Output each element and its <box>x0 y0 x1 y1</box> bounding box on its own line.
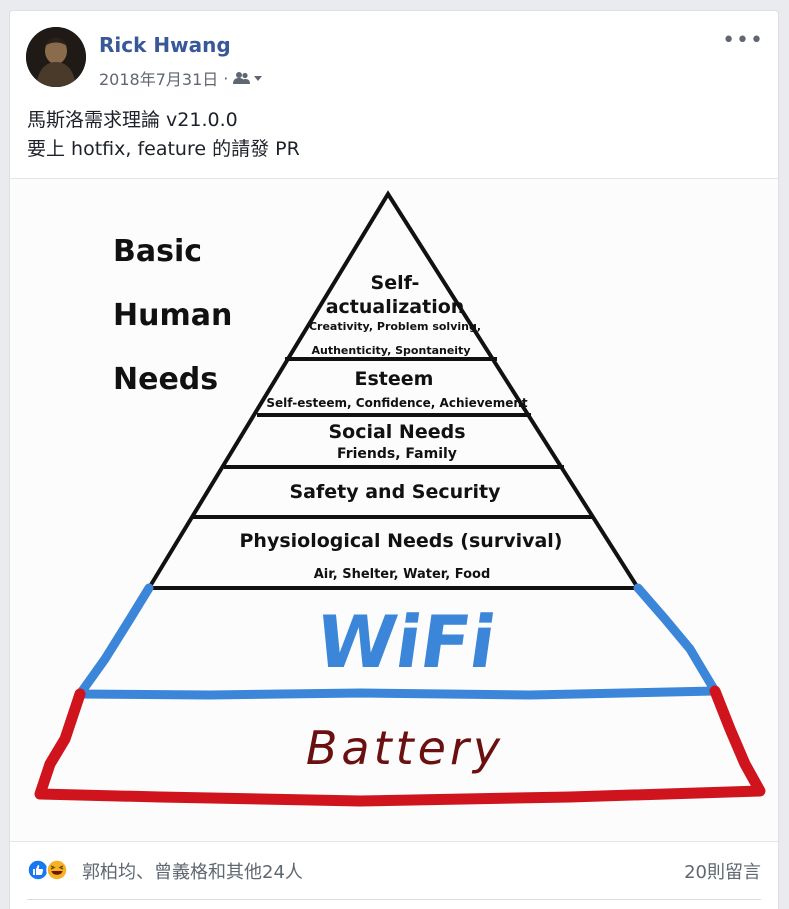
level-title: Physiological Needs (survival) <box>240 530 563 552</box>
author-name[interactable]: Rick Hwang <box>99 33 231 57</box>
comments-count[interactable]: 20則留言 <box>684 858 761 884</box>
level-subtitle: Air, Shelter, Water, Food <box>314 567 491 582</box>
more-options-icon[interactable]: ••• <box>722 30 764 52</box>
footer-divider <box>27 899 761 900</box>
battery-label: Battery <box>306 721 504 775</box>
meta-separator: · <box>223 68 229 88</box>
level-subtitle: Authenticity, Spontaneity <box>312 344 471 357</box>
level-title: Esteem <box>355 368 434 390</box>
level-subtitle: Friends, Family <box>337 446 457 462</box>
pyramid <box>145 190 642 590</box>
post-image[interactable]: Basic Human Needs Self- actualization Cr… <box>10 178 778 842</box>
post-text: 馬斯洛需求理論 v21.0.0 要上 hotfix, feature 的請發 P… <box>27 106 300 164</box>
reactions-summary[interactable]: 郭柏均、曾義格和其他24人 <box>82 858 303 884</box>
avatar[interactable] <box>26 27 86 87</box>
wifi-label: WiFi <box>311 601 501 685</box>
image-heading-line: Needs <box>113 362 218 397</box>
post-footer: 郭柏均、曾義格和其他24人 20則留言 <box>10 841 778 901</box>
reaction-icons[interactable] <box>27 859 68 881</box>
level-title: Safety and Security <box>289 481 501 503</box>
image-heading-line: Human <box>113 298 232 333</box>
level-title: actualization <box>326 296 465 318</box>
level-subtitle: Creativity, Problem solving, <box>309 320 481 333</box>
post-text-line: 要上 hotfix, feature 的請發 PR <box>27 138 300 160</box>
post-meta: 2018年7月31日 · <box>99 66 263 90</box>
level-title: Social Needs <box>328 421 465 443</box>
haha-icon <box>46 859 68 881</box>
level-title: Self- <box>371 272 420 294</box>
level-subtitle: Self-esteem, Confidence, Achievement <box>266 396 528 410</box>
friends-icon[interactable] <box>233 71 263 85</box>
image-heading-line: Basic <box>113 234 202 269</box>
post-text-line: 馬斯洛需求理論 v21.0.0 <box>27 109 238 131</box>
post-card: Rick Hwang 2018年7月31日 · ••• 馬斯洛需求理論 v21.… <box>9 10 779 909</box>
post-date[interactable]: 2018年7月31日 <box>99 66 218 90</box>
